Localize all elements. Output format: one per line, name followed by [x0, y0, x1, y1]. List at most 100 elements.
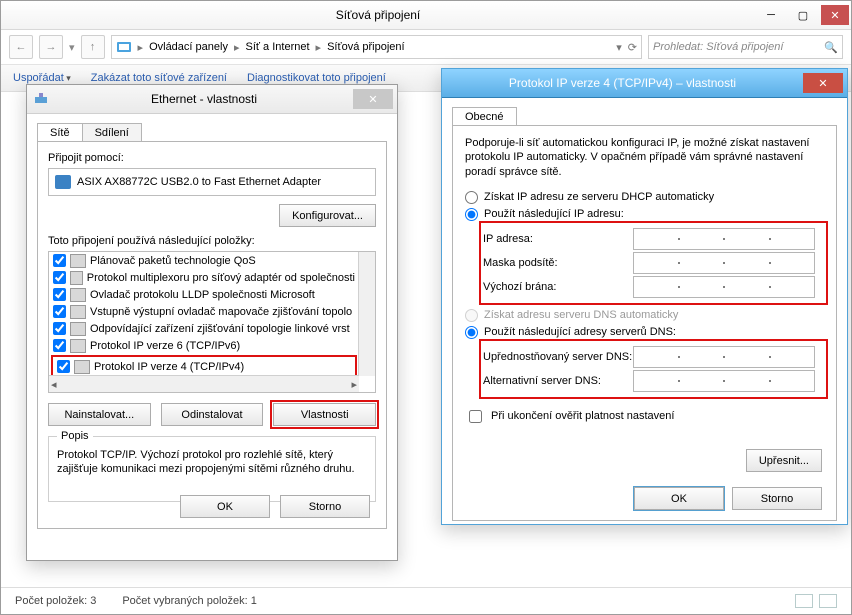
ipv4-properties-dialog: Protokol IP verze 4 (TCP/IPv4) – vlastno…: [441, 68, 848, 525]
network-adapter-icon: [33, 91, 49, 107]
adapter-name: ASIX AX88772C USB2.0 to Fast Ethernet Ad…: [77, 176, 321, 188]
radio-dns-static[interactable]: Použít následující adresy serverů DNS:: [465, 326, 824, 339]
item-checkbox[interactable]: [53, 288, 66, 301]
protocol-icon: [70, 305, 86, 319]
protocol-icon: [74, 360, 90, 374]
minimize-button[interactable]: ─: [757, 5, 785, 25]
validate-checkbox[interactable]: [469, 410, 482, 423]
radio-input: [465, 309, 478, 322]
cancel-button[interactable]: Storno: [280, 495, 370, 518]
components-list[interactable]: Plánovač paketů technologie QoS Protokol…: [48, 251, 376, 393]
chevron-right-icon: ▸: [314, 41, 324, 54]
chevron-right-icon: ▸: [232, 41, 242, 54]
vertical-scrollbar[interactable]: [358, 252, 375, 376]
refresh-icon[interactable]: ⟳: [628, 41, 637, 54]
intro-text: Podporuje-li síť automatickou konfigurac…: [465, 136, 824, 179]
status-selected-count: Počet vybraných položek: 1: [122, 595, 257, 607]
install-button[interactable]: Nainstalovat...: [48, 403, 151, 426]
explorer-window: Síťová připojení ─ ▢ ✕ ← → ▾ ↑ ▸ Ovládac…: [0, 0, 852, 615]
nav-bar: ← → ▾ ↑ ▸ Ovládací panely ▸ Síť a Intern…: [1, 30, 851, 65]
list-item: Protokol IP verze 6 (TCP/IPv6): [49, 337, 359, 354]
item-checkbox[interactable]: [53, 271, 66, 284]
tab-general[interactable]: Obecné: [452, 107, 517, 126]
advanced-button[interactable]: Upřesnit...: [746, 449, 822, 472]
large-view-icon[interactable]: [819, 594, 837, 608]
properties-button[interactable]: Vlastnosti: [273, 403, 376, 426]
chevron-right-icon: ▸: [136, 41, 146, 54]
ip-address-label: IP adresa:: [483, 233, 633, 245]
crumb-network-internet[interactable]: Síť a Internet: [245, 41, 309, 53]
list-item: Protokol multiplexoru pro síťový adaptér…: [49, 269, 359, 286]
adapter-icon: [55, 175, 71, 189]
alternate-dns-input[interactable]: [633, 370, 815, 392]
dns-fields-highlight: Upřednostňovaný server DNS: Alternativní…: [483, 343, 824, 395]
adapter-field: ASIX AX88772C USB2.0 to Fast Ethernet Ad…: [48, 168, 376, 196]
item-checkbox[interactable]: [53, 305, 66, 318]
radio-input[interactable]: [465, 208, 478, 221]
components-label: Toto připojení používá následující polož…: [48, 235, 376, 247]
forward-button[interactable]: →: [39, 35, 63, 59]
validate-checkbox-row[interactable]: Při ukončení ověřit platnost nastavení: [465, 407, 824, 426]
dns1-label: Upřednostňovaný server DNS:: [483, 351, 633, 363]
maximize-button[interactable]: ▢: [789, 5, 817, 25]
radio-input[interactable]: [465, 191, 478, 204]
window-titlebar: Síťová připojení ─ ▢ ✕: [1, 1, 851, 30]
scroll-left-icon[interactable]: ◂: [51, 378, 57, 391]
item-checkbox[interactable]: [57, 360, 70, 373]
configure-button[interactable]: Konfigurovat...: [279, 204, 376, 227]
ip-address-input[interactable]: [633, 228, 815, 250]
item-checkbox[interactable]: [53, 339, 66, 352]
crumb-control-panel[interactable]: Ovládací panely: [149, 41, 228, 53]
dialog-title: Ethernet - vlastnosti: [55, 92, 353, 106]
gateway-input[interactable]: [633, 276, 815, 298]
cmd-disable[interactable]: Zakázat toto síťové zařízení: [91, 72, 227, 84]
search-input[interactable]: Prohledat: Síťová připojení 🔍: [648, 35, 843, 59]
ok-button[interactable]: OK: [634, 487, 724, 510]
list-item: Plánovač paketů technologie QoS: [49, 252, 359, 269]
ok-button[interactable]: OK: [180, 495, 270, 518]
radio-input[interactable]: [465, 326, 478, 339]
tab-strip: Sítě Sdílení: [37, 122, 397, 141]
radio-dns-auto: Získat adresu serveru DNS automaticky: [465, 309, 824, 322]
radio-dhcp[interactable]: Získat IP adresu ze serveru DHCP automat…: [465, 191, 824, 204]
preferred-dns-input[interactable]: [633, 346, 815, 368]
list-item: Ovladač protokolu LLDP společnosti Micro…: [49, 286, 359, 303]
ip-fields-highlight: IP adresa: Maska podsítě: Výchozí brána:: [483, 225, 824, 301]
connect-using-label: Připojit pomocí:: [48, 152, 376, 164]
dialog-titlebar: Ethernet - vlastnosti ✕: [27, 85, 397, 114]
subnet-mask-input[interactable]: [633, 252, 815, 274]
details-view-icon[interactable]: [795, 594, 813, 608]
item-checkbox[interactable]: [53, 322, 66, 335]
protocol-icon: [70, 339, 86, 353]
tab-networks[interactable]: Sítě: [37, 123, 83, 142]
close-icon[interactable]: ✕: [353, 89, 393, 109]
protocol-icon: [70, 254, 86, 268]
breadcrumb[interactable]: ▸ Ovládací panely ▸ Síť a Internet ▸ Síť…: [111, 35, 642, 59]
radio-static-ip[interactable]: Použít následující IP adresu:: [465, 208, 824, 221]
close-button[interactable]: ✕: [821, 5, 849, 25]
address-dropdown-icon[interactable]: ▾: [616, 41, 622, 54]
crumb-network-connections[interactable]: Síťová připojení: [327, 41, 405, 53]
window-title: Síťová připojení: [1, 8, 755, 22]
back-button[interactable]: ←: [9, 35, 33, 59]
close-icon[interactable]: ✕: [803, 73, 843, 93]
up-button[interactable]: ↑: [81, 35, 105, 59]
tab-panel-networks: Připojit pomocí: ASIX AX88772C USB2.0 to…: [37, 141, 387, 529]
item-checkbox[interactable]: [53, 254, 66, 267]
status-bar: Počet položek: 3 Počet vybraných položek…: [1, 587, 851, 614]
gateway-label: Výchozí brána:: [483, 281, 633, 293]
cmd-diagnose[interactable]: Diagnostikovat toto připojení: [247, 72, 386, 84]
description-text: Protokol TCP/IP. Výchozí protokol pro ro…: [57, 449, 367, 477]
recent-dropdown-icon[interactable]: ▾: [69, 41, 75, 54]
cancel-button[interactable]: Storno: [732, 487, 822, 510]
subnet-mask-label: Maska podsítě:: [483, 257, 633, 269]
search-icon: 🔍: [824, 41, 838, 54]
protocol-icon: [70, 271, 83, 285]
tab-sharing[interactable]: Sdílení: [82, 123, 142, 142]
scroll-right-icon[interactable]: ▸: [351, 378, 357, 391]
uninstall-button[interactable]: Odinstalovat: [161, 403, 264, 426]
control-panel-icon: [116, 39, 132, 55]
cmd-organize[interactable]: Uspořádat: [13, 72, 71, 84]
dialog-titlebar: Protokol IP verze 4 (TCP/IPv4) – vlastno…: [442, 69, 847, 98]
horizontal-scrollbar[interactable]: ◂▸: [49, 375, 359, 392]
